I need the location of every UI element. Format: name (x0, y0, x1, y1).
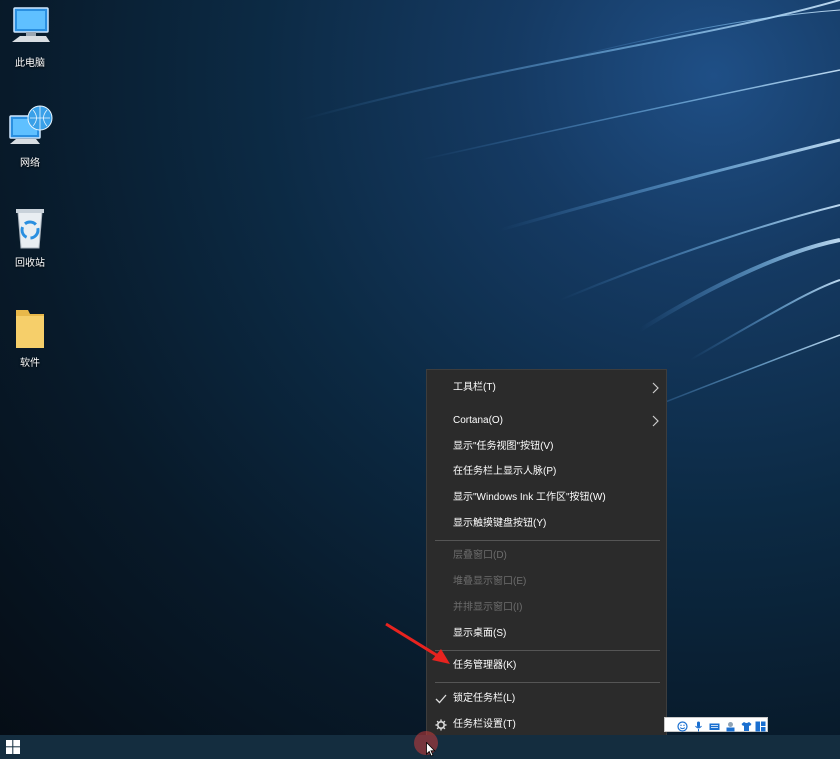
folder-icon (16, 310, 44, 348)
desktop-icon-label: 软件 (20, 358, 40, 369)
grid-icon[interactable] (755, 719, 766, 732)
menu-item-show-ink-workspace[interactable]: 显示"Windows Ink 工作区"按钮(W) (427, 486, 666, 510)
menu-item-label: 显示"Windows Ink 工作区"按钮(W) (453, 492, 606, 503)
menu-item-toolbars[interactable]: 工具栏(T) (427, 376, 666, 400)
menu-item-show-touch-keyboard[interactable]: 显示触摸键盘按钮(Y) (427, 512, 666, 536)
gear-icon (435, 719, 447, 731)
menu-item-label: 层叠窗口(D) (453, 550, 507, 561)
microphone-icon[interactable] (693, 719, 704, 732)
menu-item-show-desktop[interactable]: 显示桌面(S) (427, 622, 666, 646)
desktop-icon-this-pc[interactable]: 此电脑 (2, 4, 58, 69)
menu-item-lock-taskbar[interactable]: 锁定任务栏(L) (427, 687, 666, 711)
menu-item-label: 工具栏(T) (453, 382, 496, 393)
windows-logo-icon[interactable] (6, 740, 20, 754)
wallpaper (299, 0, 840, 421)
checkmark-icon (435, 694, 447, 704)
desktop-icon-network[interactable]: 网络 (2, 104, 58, 169)
desktop-icon-label: 此电脑 (15, 58, 45, 69)
desktop-icon-label: 网络 (20, 158, 40, 169)
keyboard-icon[interactable] (709, 719, 720, 730)
menu-item-label: 显示桌面(S) (453, 628, 507, 639)
menu-item-label: 任务栏设置(T) (453, 719, 516, 730)
menu-item-label: 锁定任务栏(L) (453, 693, 516, 704)
network-icon (9, 105, 53, 144)
recycle-bin-icon (16, 209, 44, 249)
menu-item-label: 任务管理器(K) (453, 660, 517, 671)
menu-item-side-by-side: 并排显示窗口(I) (427, 596, 666, 620)
menu-item-taskbar-settings[interactable]: 任务栏设置(T) (427, 713, 666, 737)
desktop-icon-recycle-bin[interactable]: 回收站 (2, 204, 58, 269)
menu-item-label: 并排显示窗口(I) (453, 602, 523, 613)
menu-item-label: 显示触摸键盘按钮(Y) (453, 518, 547, 529)
menu-item-cascade-windows: 层叠窗口(D) (427, 544, 666, 568)
shirt-icon[interactable] (741, 719, 752, 731)
menu-item-label: 堆叠显示窗口(E) (453, 576, 527, 587)
menu-separator (435, 540, 660, 541)
ime-toolbar (664, 717, 768, 732)
desktop-icon-label: 回收站 (15, 258, 45, 269)
menu-item-task-manager[interactable]: 任务管理器(K) (427, 654, 666, 678)
mouse-cursor-icon (426, 742, 436, 757)
menu-item-label: Cortana(O) (453, 415, 504, 426)
menu-separator (435, 650, 660, 651)
menu-item-stack-windows: 堆叠显示窗口(E) (427, 570, 666, 594)
computer-icon (12, 7, 50, 42)
chevron-right-icon (652, 382, 659, 394)
menu-item-show-task-view[interactable]: 显示"任务视图"按钮(V) (427, 435, 666, 459)
chevron-right-icon (652, 415, 659, 427)
smiley-icon[interactable] (677, 719, 688, 732)
menu-separator (435, 682, 660, 683)
menu-item-label: 显示"任务视图"按钮(V) (453, 441, 554, 452)
taskbar-context-menu: 工具栏(T) Cortana(O) 显示"任务视图"按钮(V) 在任务栏上显示人… (426, 369, 667, 744)
desktop-icon-software-folder[interactable]: 软件 (2, 304, 58, 369)
settings-tool-icon[interactable] (725, 719, 736, 732)
menu-item-show-people[interactable]: 在任务栏上显示人脉(P) (427, 460, 666, 484)
menu-item-cortana[interactable]: Cortana(O) (427, 409, 666, 433)
menu-item-label: 在任务栏上显示人脉(P) (453, 466, 557, 477)
annotation-arrow (385, 622, 450, 664)
